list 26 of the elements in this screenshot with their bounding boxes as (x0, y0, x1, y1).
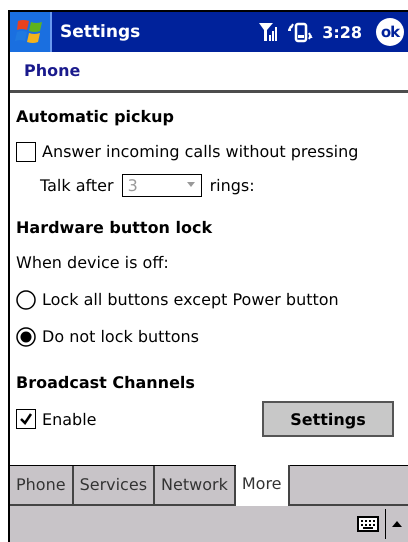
clock-time[interactable]: 3:28 (322, 22, 362, 42)
checkbox[interactable] (16, 409, 36, 429)
phone-vibrate-icon[interactable] (288, 21, 314, 43)
dropdown-label: Talk after (40, 176, 114, 194)
start-button[interactable] (10, 12, 52, 52)
checkbox[interactable] (16, 142, 36, 162)
tab[interactable]: More (236, 465, 290, 506)
radio-button[interactable] (16, 290, 36, 310)
option-label: When device is off: (16, 253, 169, 272)
keyboard-icon[interactable] (357, 516, 379, 532)
settings-button[interactable]: Settings (262, 401, 394, 437)
radio-button[interactable] (16, 326, 36, 346)
radio-label: Do not lock buttons (42, 327, 199, 346)
window-title: Settings (60, 22, 140, 42)
windows-flag-icon (15, 18, 45, 46)
radio-label: Lock all buttons except Power button (42, 290, 339, 309)
dropdown-arrow-icon (186, 182, 196, 188)
section-heading: Automatic pickup (16, 106, 175, 128)
checkbox-label: Enable (42, 410, 96, 428)
section-heading: Broadcast Channels (16, 372, 196, 394)
up-arrow-icon[interactable] (392, 521, 402, 527)
checkbox-label: Answer incoming calls without pressing (42, 142, 358, 161)
section-heading: Hardware button lock (16, 217, 214, 239)
ok-button[interactable]: ok (376, 18, 404, 46)
page-title: Phone (10, 52, 408, 93)
dropdown-label: rings: (210, 176, 255, 194)
